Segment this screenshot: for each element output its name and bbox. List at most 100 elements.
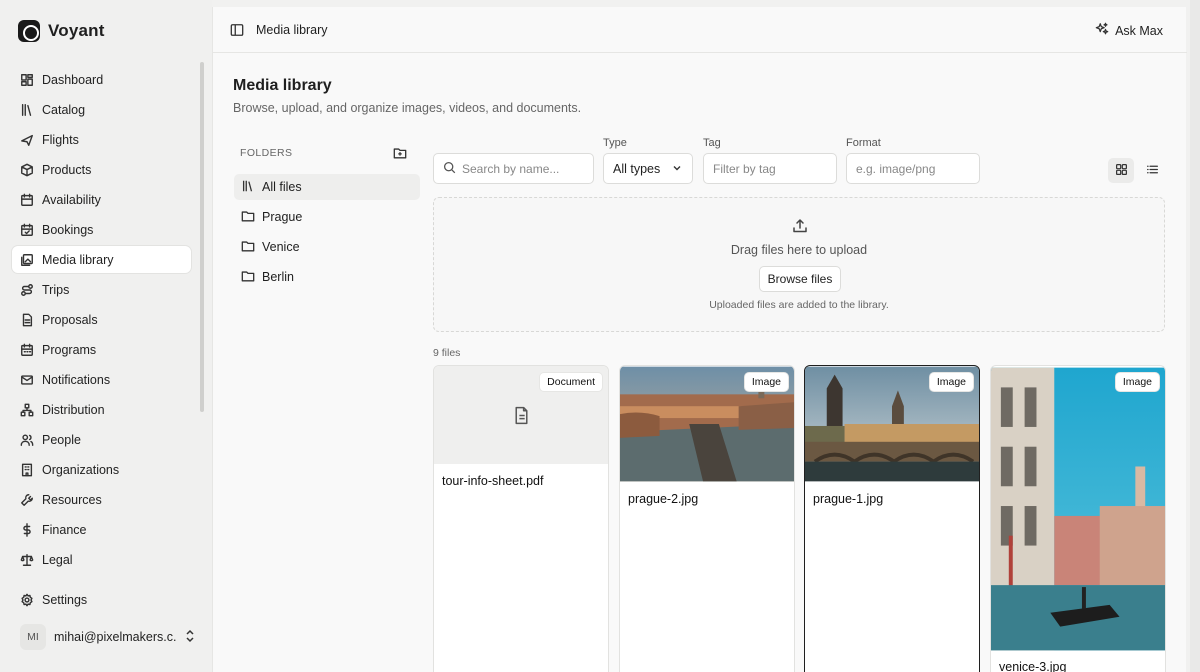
breadcrumb: Media library bbox=[256, 23, 328, 37]
sidebar-item-availability[interactable]: Availability bbox=[12, 186, 191, 213]
sidebar-item-flights[interactable]: Flights bbox=[12, 126, 191, 153]
sidebar-item-notifications[interactable]: Notifications bbox=[12, 366, 191, 393]
sidebar-item-label: Finance bbox=[42, 522, 87, 537]
sidebar-item-programs[interactable]: Programs bbox=[12, 336, 191, 363]
search-input[interactable] bbox=[462, 161, 582, 176]
user-menu[interactable]: MI mihai@pixelmakers.c... bbox=[20, 624, 195, 650]
sidebar-item-label: People bbox=[42, 432, 81, 447]
file-document-icon bbox=[513, 406, 530, 428]
sparkles-icon bbox=[1095, 22, 1109, 39]
sidebar-item-label: Legal bbox=[42, 552, 73, 567]
page-subtitle: Browse, upload, and organize images, vid… bbox=[233, 101, 582, 115]
building-icon bbox=[20, 463, 34, 477]
folder-prague[interactable]: Prague bbox=[234, 204, 420, 230]
sidebar-item-settings[interactable]: Settings bbox=[12, 586, 191, 613]
sidebar-toggle-icon[interactable] bbox=[230, 23, 244, 37]
list-view-button[interactable] bbox=[1139, 158, 1165, 183]
library-icon bbox=[241, 179, 255, 196]
calendar-icon bbox=[20, 193, 34, 207]
tag-input[interactable] bbox=[713, 161, 833, 176]
sidebar-item-label: Settings bbox=[42, 592, 88, 607]
folder-icon bbox=[241, 239, 255, 256]
topbar: Media library Ask Max bbox=[213, 7, 1187, 53]
sidebar-item-label: Notifications bbox=[42, 372, 111, 387]
file-type-badge: Image bbox=[929, 373, 973, 391]
folder-label: All files bbox=[262, 180, 302, 194]
sidebar-item-bookings[interactable]: Bookings bbox=[12, 216, 191, 243]
format-input[interactable] bbox=[856, 161, 976, 176]
scale-icon bbox=[20, 553, 34, 567]
sidebar-scrollbar[interactable] bbox=[200, 62, 204, 412]
file-card-venice-3[interactable]: Image venice-3.jpg bbox=[990, 365, 1166, 672]
sidebar-item-proposals[interactable]: Proposals bbox=[12, 306, 191, 333]
ask-max-button[interactable]: Ask Max bbox=[1095, 22, 1163, 39]
type-select[interactable]: All types bbox=[603, 153, 693, 184]
wrench-icon bbox=[20, 493, 34, 507]
tag-filter-label: Tag bbox=[703, 137, 721, 149]
browse-files-button[interactable]: Browse files bbox=[759, 266, 841, 292]
sidebar-item-products[interactable]: Products bbox=[12, 156, 191, 183]
venice-3-image bbox=[991, 367, 1165, 651]
sidebar-item-label: Programs bbox=[42, 342, 97, 357]
chevron-up-down-icon bbox=[185, 629, 195, 646]
new-folder-icon[interactable] bbox=[393, 146, 407, 160]
file-card-prague-2[interactable]: Image prague-2.jpg bbox=[619, 365, 795, 672]
type-filter-label: Type bbox=[603, 137, 627, 149]
sidebar-item-label: Media library bbox=[42, 252, 114, 267]
upload-instructions: Drag files here to upload bbox=[730, 243, 868, 257]
page-title: Media library bbox=[233, 77, 332, 94]
grid-view-button[interactable] bbox=[1108, 158, 1134, 183]
dollar-icon bbox=[20, 522, 34, 537]
network-icon bbox=[20, 403, 34, 417]
folder-label: Berlin bbox=[262, 270, 294, 284]
ask-max-label: Ask Max bbox=[1115, 23, 1163, 38]
folder-label: Prague bbox=[262, 210, 303, 224]
file-type-badge: Image bbox=[1115, 373, 1159, 391]
upload-dropzone[interactable]: Drag files here to upload Browse files U… bbox=[433, 197, 1165, 332]
sidebar-item-finance[interactable]: Finance bbox=[12, 516, 191, 543]
folder-label: Venice bbox=[262, 240, 300, 254]
page-scrollbar[interactable] bbox=[1190, 0, 1200, 672]
type-select-value: All types bbox=[613, 161, 661, 176]
sidebar-item-label: Trips bbox=[42, 282, 70, 297]
sidebar-item-label: Products bbox=[42, 162, 92, 177]
sidebar-item-label: Distribution bbox=[42, 402, 105, 417]
mail-icon bbox=[20, 373, 34, 387]
folder-venice[interactable]: Venice bbox=[234, 234, 420, 260]
user-email: mihai@pixelmakers.c... bbox=[54, 630, 177, 644]
users-icon bbox=[20, 433, 34, 447]
brand[interactable]: Voyant bbox=[18, 20, 105, 42]
sidebar-item-catalog[interactable]: Catalog bbox=[12, 96, 191, 123]
sidebar-item-label: Organizations bbox=[42, 462, 120, 477]
list-icon bbox=[1146, 163, 1159, 179]
route-icon bbox=[20, 283, 34, 297]
file-type-badge: Document bbox=[540, 373, 602, 391]
format-filter-label: Format bbox=[846, 137, 881, 149]
folder-all-files[interactable]: All files bbox=[234, 174, 420, 200]
folder-icon bbox=[241, 209, 255, 226]
file-name: prague-1.jpg bbox=[813, 492, 884, 506]
tag-field[interactable] bbox=[703, 153, 837, 184]
calendar-days-icon bbox=[20, 343, 34, 357]
sidebar-nav: Dashboard Catalog Flights Products Avail… bbox=[12, 66, 191, 576]
sidebar-item-legal[interactable]: Legal bbox=[12, 546, 191, 573]
sidebar-item-dashboard[interactable]: Dashboard bbox=[12, 66, 191, 93]
sidebar-item-media-library[interactable]: Media library bbox=[12, 246, 191, 273]
sidebar-item-organizations[interactable]: Organizations bbox=[12, 456, 191, 483]
file-card-prague-1[interactable]: Image prague-1.jpg bbox=[804, 365, 980, 672]
search-icon bbox=[443, 161, 456, 177]
chevron-down-icon bbox=[672, 162, 682, 176]
calendar-check-icon bbox=[20, 223, 34, 237]
folder-berlin[interactable]: Berlin bbox=[234, 264, 420, 290]
sidebar-item-label: Flights bbox=[42, 132, 79, 147]
search-field[interactable] bbox=[433, 153, 594, 184]
sidebar-item-distribution[interactable]: Distribution bbox=[12, 396, 191, 423]
format-field[interactable] bbox=[846, 153, 980, 184]
sidebar-item-label: Bookings bbox=[42, 222, 94, 237]
sidebar-item-people[interactable]: People bbox=[12, 426, 191, 453]
images-icon bbox=[20, 253, 34, 267]
sidebar-item-label: Resources bbox=[42, 492, 102, 507]
sidebar-item-trips[interactable]: Trips bbox=[12, 276, 191, 303]
file-card-tour-info-sheet[interactable]: Document tour-info-sheet.pdf bbox=[433, 365, 609, 672]
sidebar-item-resources[interactable]: Resources bbox=[12, 486, 191, 513]
